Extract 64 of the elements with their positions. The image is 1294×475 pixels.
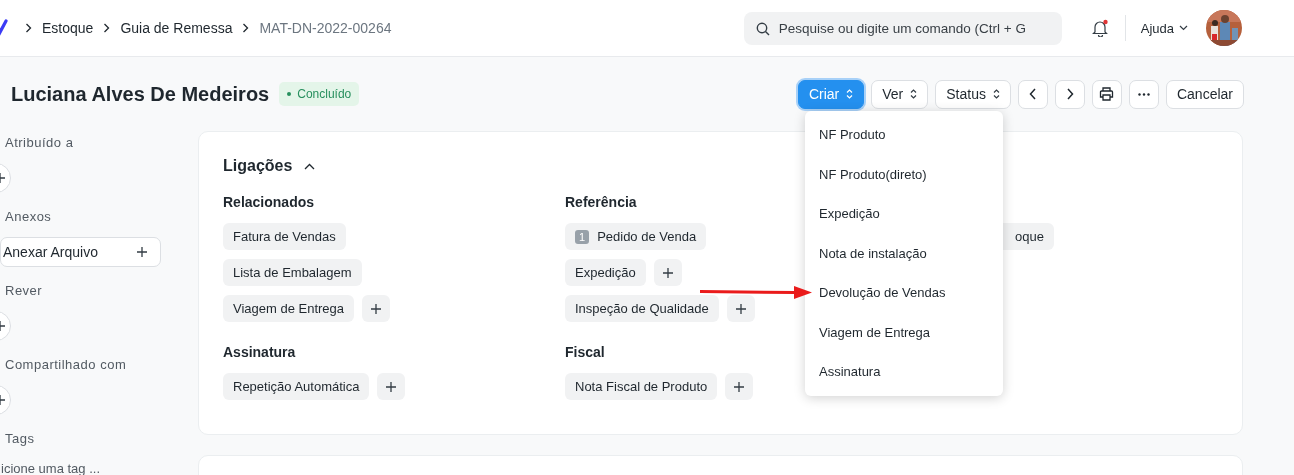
- chevron-right-icon: [1065, 88, 1074, 100]
- add-icon: [136, 246, 148, 258]
- search-field[interactable]: Pesquise ou digite um comando (Ctrl + G: [743, 11, 1062, 45]
- add-button[interactable]: [362, 295, 391, 322]
- link-chip[interactable]: Expedição: [565, 259, 646, 286]
- breadcrumb-link[interactable]: Guia de Remessa: [120, 20, 233, 36]
- menu-item[interactable]: Expedição: [805, 194, 1003, 234]
- sidebar-label: Tags: [5, 431, 36, 448]
- dropdown-button[interactable]: Ver: [871, 79, 929, 109]
- help-menu[interactable]: Ajuda: [1140, 20, 1188, 36]
- chevron-icon: [304, 162, 316, 170]
- add-icon: [370, 302, 383, 315]
- page-title: Luciana Alves De Medeiros: [11, 82, 270, 106]
- add-icon: [734, 302, 747, 315]
- sidebar-label: Compartilhado com: [5, 357, 128, 374]
- sidebar-label: Atribuído a: [5, 135, 75, 152]
- cancel-button[interactable]: Cancelar: [1165, 79, 1244, 109]
- link-chip[interactable]: Nota Fiscal de Produto: [565, 373, 718, 400]
- sidebar-label: Rever: [5, 283, 44, 300]
- add-button[interactable]: [725, 373, 754, 400]
- link-chip[interactable]: Viagem de Entrega: [223, 295, 355, 322]
- add-icon: [385, 380, 398, 393]
- dropdown-button[interactable]: Status: [935, 79, 1011, 109]
- menu-item[interactable]: Viagem de Entrega: [805, 312, 1003, 352]
- printer-icon: [1099, 87, 1115, 101]
- link-chip[interactable]: Inspeção de Qualidade: [565, 295, 719, 322]
- menu-item[interactable]: NF Produto(direto): [805, 154, 1003, 194]
- notification-bell-icon[interactable]: [1091, 19, 1109, 37]
- link-chip[interactable]: Fatura de Vendas: [223, 223, 346, 250]
- breadcrumb-link[interactable]: MAT-DN-2022-00264: [259, 20, 392, 36]
- attach-file-button[interactable]: Anexar Arquivo: [0, 237, 161, 267]
- group-heading: Relacionados: [223, 194, 316, 212]
- add-button[interactable]: [726, 295, 755, 322]
- sort-icon: [846, 89, 854, 99]
- tag-input-field[interactable]: icione uma tag ...: [1, 461, 151, 475]
- status-badge: Concluído: [279, 82, 360, 106]
- chevron-right-icon: [25, 23, 32, 33]
- breadcrumb-link[interactable]: Estoque: [42, 20, 94, 36]
- link-chip[interactable]: 1 Pedido de Venda: [565, 223, 707, 250]
- add-button[interactable]: [377, 373, 406, 400]
- chevron-right-icon: [242, 23, 250, 33]
- menu-item[interactable]: Nota de instalação: [805, 233, 1003, 273]
- add-icon: [733, 380, 746, 393]
- chevron-down-icon: [1179, 25, 1188, 31]
- group-heading: Assinatura: [223, 344, 297, 362]
- more-icon: [1137, 92, 1150, 96]
- section-toggle[interactable]: Ligações: [223, 154, 316, 178]
- print-button[interactable]: [1091, 79, 1122, 109]
- link-chip[interactable]: Repetição Automática: [223, 373, 370, 400]
- sidebar-label: Anexos: [5, 209, 53, 226]
- chevron-left-icon: [1028, 88, 1037, 100]
- previous-button[interactable]: [1017, 79, 1048, 109]
- sort-icon: [992, 89, 1000, 99]
- chevron-right-icon: [103, 23, 111, 33]
- group-heading: Referência: [565, 194, 638, 212]
- next-button[interactable]: [1054, 79, 1085, 109]
- menu-item[interactable]: Devolução de Vendas: [805, 273, 1003, 313]
- menu-item[interactable]: Assinatura: [805, 352, 1003, 392]
- add-icon: [661, 266, 674, 279]
- link-chip[interactable]: Lista de Embalagem: [223, 259, 362, 286]
- group-heading: Fiscal: [565, 344, 606, 362]
- menu-item[interactable]: NF Produto: [805, 115, 1003, 155]
- add-button[interactable]: [653, 259, 682, 286]
- sort-icon: [910, 89, 918, 99]
